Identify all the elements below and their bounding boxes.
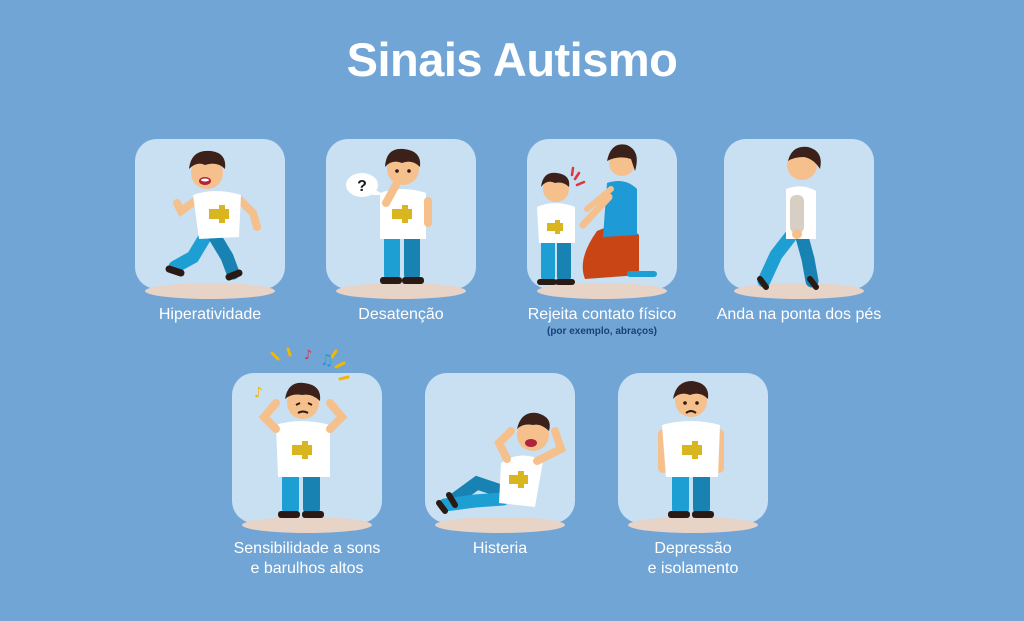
music-note-icon: ♪ — [304, 348, 312, 363]
running-boy-illustration — [165, 150, 261, 281]
sign-label-line: e barulhos altos — [250, 560, 364, 577]
boy-tantrum-on-floor-illustration — [436, 412, 566, 514]
sign-label-line: Depressão — [654, 540, 732, 557]
question-mark-icon: ? — [357, 178, 367, 195]
tiptoe-walking-boy-illustration — [757, 146, 821, 290]
music-note-icon: ♫ — [320, 351, 333, 369]
sign-label-line: e isolamento — [647, 560, 739, 577]
sign-label: Depressão e isolamento — [558, 539, 828, 579]
sign-label: Anda na ponta dos pés — [716, 306, 882, 323]
sign-label-line: Sensibilidade a sons — [233, 540, 381, 557]
sign-sublabel: (por exemplo, abraços) — [546, 326, 658, 337]
sad-boy-illustration — [658, 381, 724, 518]
music-note-icon: ♪ — [254, 385, 263, 401]
boy-rejecting-hug-illustration — [537, 144, 657, 285]
confused-boy-question-illustration: ? — [346, 148, 432, 284]
page-title: Sinais Autismo — [346, 33, 678, 86]
boy-covering-ears-illustration: ♪ ♫ ♪ — [254, 347, 350, 518]
